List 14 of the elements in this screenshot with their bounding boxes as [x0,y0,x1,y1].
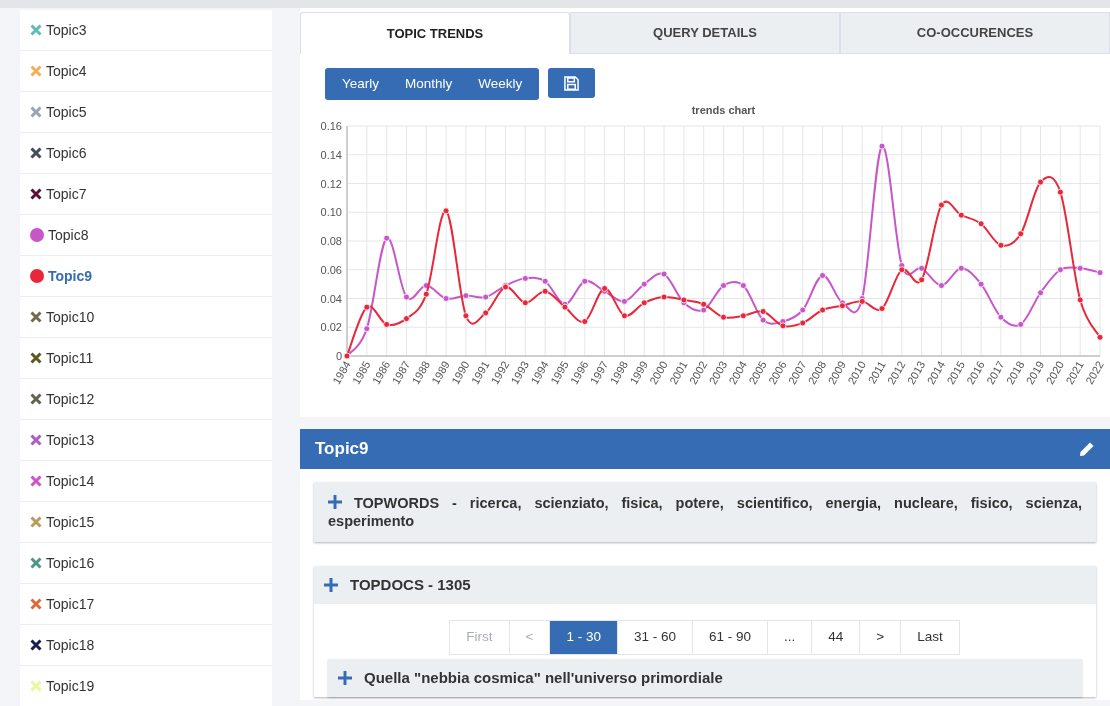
document-title: Quella "nebbia cosmica" nell'universo primordiale [364,667,723,688]
y-tick-label: 0.10 [320,206,342,219]
y-tick-label: 0.04 [320,292,342,305]
y-tick-label: 0.12 [320,177,342,190]
topic-title: Topic9 [315,438,369,461]
y-tick-label: 0.02 [320,321,342,334]
y-tick-label: 0.16 [320,120,342,132]
y-tick-label: 0.14 [320,148,342,161]
topwords-text: TOPWORDS - ricerca, scienziato, fisica, potere, scientifico, energia, nucleare, fisico, scienza, esperimento [328,494,1082,530]
y-tick-label: 0.06 [320,263,342,276]
y-tick-label: 0.08 [320,235,342,247]
topdocs-label: TOPDOCS - 1305 [350,574,471,595]
chart-title: trends chart [691,104,756,116]
y-tick-label: 0 [335,350,342,362]
